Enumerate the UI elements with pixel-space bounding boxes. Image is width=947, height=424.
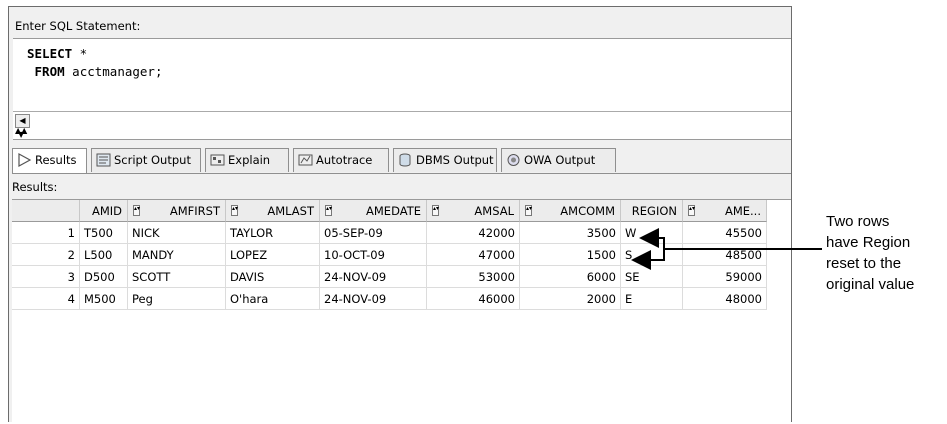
annotation-line-2: have Region bbox=[826, 234, 911, 251]
annotation-line-1: Two rows bbox=[826, 213, 890, 230]
annotation-line-4: original value bbox=[826, 276, 915, 293]
annotation-pointer bbox=[631, 228, 822, 270]
annotation-line-3: reset to the bbox=[826, 255, 902, 272]
annotation-callout: Two rows have Region reset to the origin… bbox=[826, 211, 914, 295]
